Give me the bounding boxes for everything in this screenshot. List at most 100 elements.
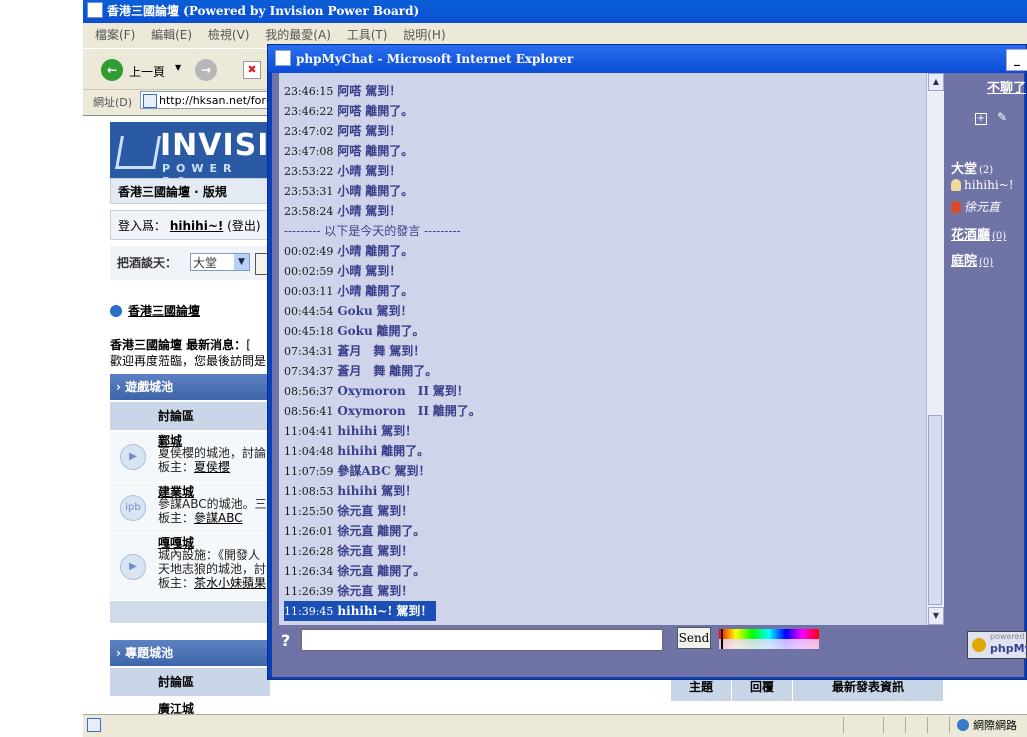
room-item-garden[interactable]: 庭院 (0) bbox=[951, 250, 993, 269]
message-time: 11:26:01 bbox=[284, 525, 334, 538]
chat-message: 23:46:15 阿嗒 駕到！ bbox=[284, 81, 481, 101]
message-time: 11:08:53 bbox=[284, 485, 334, 498]
forum-navbar[interactable]: 香港三國論壇 · 版規 bbox=[110, 178, 270, 204]
scroll-up-icon[interactable]: ▲ bbox=[928, 73, 944, 91]
minimize-button[interactable]: _ bbox=[1006, 49, 1027, 71]
room-item-lobby[interactable]: 大堂 (2) bbox=[951, 158, 993, 177]
user-item[interactable]: hihihi~! bbox=[951, 178, 1014, 192]
room-select[interactable]: 大堂 ▼ bbox=[190, 253, 250, 271]
column-header: 討論區 bbox=[110, 668, 270, 696]
chat-message: 07:34:31 蒼月 舞 駕到！ bbox=[284, 341, 481, 361]
forum-desc: 參謀ABC的城池。三 板主：參謀ABC bbox=[158, 497, 267, 525]
forward-arrow-icon[interactable]: → bbox=[195, 59, 217, 81]
chat-body: 23:46:15 阿嗒 駕到！ 23:46:22 阿嗒 離開了。 23:47:02 阿嗒 … bbox=[272, 73, 1027, 677]
day-separator: --------- 以下是今天的發言 --------- bbox=[284, 224, 461, 238]
color-picker-marker bbox=[721, 629, 723, 649]
help-icon[interactable]: ? bbox=[281, 631, 290, 650]
message-user: 徐元直 bbox=[337, 504, 374, 518]
message-user: 蒼月 舞 bbox=[337, 344, 386, 358]
ie-page-icon bbox=[275, 50, 291, 66]
message-user: 徐元直 bbox=[337, 524, 374, 538]
ipb-icon: ipb bbox=[120, 495, 146, 521]
category-header-topics[interactable]: › 專題城池 bbox=[110, 640, 270, 666]
chat-message: 11:04:41 hihihi 駕到！ bbox=[284, 421, 481, 441]
page-icon bbox=[143, 94, 157, 108]
message-action: 離開了。 bbox=[432, 404, 481, 418]
menu-file[interactable]: 檔案(F) bbox=[95, 28, 135, 42]
scroll-thumb[interactable] bbox=[928, 415, 942, 605]
back-arrow-icon[interactable]: ← bbox=[101, 59, 123, 81]
message-time: 23:46:22 bbox=[284, 105, 334, 118]
color-picker[interactable] bbox=[719, 629, 819, 649]
chat-message: 11:08:53 hihihi 駕到！ bbox=[284, 481, 481, 501]
chat-message: 23:58:24 小晴 駕到！ bbox=[284, 201, 481, 221]
forum-row[interactable]: ▶ 鄴城 夏侯櫻的城池，討論 板主：夏侯櫻 bbox=[110, 432, 270, 483]
message-action: 駕到！ bbox=[365, 264, 402, 278]
chat-message: 00:03:11 小晴 離開了。 bbox=[284, 281, 481, 301]
moderator-link[interactable]: 參謀ABC bbox=[194, 511, 243, 525]
invision-logo: INVISIO POWER BO bbox=[110, 122, 295, 188]
message-user: 蒼月 舞 bbox=[337, 364, 386, 378]
message-user: 小晴 bbox=[337, 264, 362, 278]
pen-icon[interactable]: ✎ bbox=[997, 110, 1007, 124]
chat-label: 把酒談天： bbox=[117, 256, 178, 270]
chat-message: 11:26:28 徐元直 駕到！ bbox=[284, 541, 481, 561]
chat-message: 11:39:45 hihihi~! 駕到！ bbox=[284, 601, 437, 621]
message-user: 徐元直 bbox=[337, 584, 374, 598]
forum-row[interactable]: ▶ 嘎嘎城 城內設施：《開發人 天地志狼的城池，討 板主：茶水小妹蘋果 bbox=[110, 534, 270, 601]
chat-message: 11:26:39 徐元直 駕到！ bbox=[284, 581, 481, 601]
scroll-down-icon[interactable]: ▼ bbox=[928, 607, 944, 625]
message-time: 07:34:37 bbox=[284, 365, 334, 378]
powered-by-badge[interactable]: powered phpMy bbox=[967, 631, 1027, 659]
chat-message: 08:56:41 Oxymoron II 離開了。 bbox=[284, 401, 481, 421]
menu-view[interactable]: 檢視(V) bbox=[208, 28, 250, 42]
menu-edit[interactable]: 編輯(E) bbox=[151, 28, 192, 42]
send-button[interactable]: Send bbox=[677, 627, 711, 649]
back-button-label[interactable]: 上一頁 bbox=[129, 63, 165, 80]
message-action: 駕到！ bbox=[381, 484, 418, 498]
message-time: 11:25:50 bbox=[284, 505, 334, 518]
column-header: 討論區 bbox=[110, 402, 270, 430]
column-forum: 討論區 bbox=[158, 675, 195, 689]
menu-tools[interactable]: 工具(T) bbox=[347, 28, 388, 42]
moderator-link[interactable]: 茶水小妹蘋果 bbox=[194, 576, 266, 590]
room-item-bar[interactable]: 花酒廳 (0) bbox=[951, 224, 1006, 243]
message-time: 11:26:39 bbox=[284, 585, 334, 598]
back-dropdown-icon[interactable]: ▼ bbox=[175, 63, 181, 72]
message-action: 離開了。 bbox=[377, 564, 426, 578]
message-user: hihihi~! bbox=[337, 604, 393, 618]
menu-help[interactable]: 說明(H) bbox=[403, 28, 445, 42]
forum-title-link[interactable]: 香港三國論壇 bbox=[128, 304, 200, 318]
message-action: 離開了。 bbox=[365, 104, 414, 118]
chat-window: phpMyChat - Microsoft Internet Explorer … bbox=[267, 44, 1027, 680]
category-header-games[interactable]: › 遊戲城池 bbox=[110, 374, 270, 400]
message-user: 阿嗒 bbox=[337, 124, 362, 138]
message-time: 00:44:54 bbox=[284, 305, 334, 318]
forum-row[interactable]: ipb 建業城 參謀ABC的城池。三 板主：參謀ABC bbox=[110, 483, 270, 534]
menu-favorites[interactable]: 我的最愛(A) bbox=[265, 28, 331, 42]
chat-title: phpMyChat - Microsoft Internet Explorer bbox=[296, 52, 574, 66]
bullet-icon bbox=[110, 305, 122, 317]
stop-icon[interactable]: ✖ bbox=[243, 61, 261, 79]
input-row: ? Send bbox=[279, 625, 943, 669]
leave-chat-link[interactable]: 不聊了 bbox=[987, 77, 1026, 96]
news-label: 香港三國論壇 最新消息： bbox=[110, 338, 247, 352]
logout-link[interactable]: (登出) bbox=[227, 219, 260, 233]
login-user-link[interactable]: hihihi~! bbox=[170, 219, 224, 233]
moderator-link[interactable]: 夏侯櫻 bbox=[194, 460, 230, 474]
message-user: Goku bbox=[337, 304, 373, 318]
message-user: hihihi bbox=[337, 444, 378, 458]
message-time: 11:04:48 bbox=[284, 445, 334, 458]
forum-desc: 夏侯櫻的城池，討論 板主：夏侯櫻 bbox=[158, 446, 267, 474]
message-scrollbar[interactable]: ▲ ▼ bbox=[926, 73, 944, 625]
chevron-down-icon[interactable]: ▼ bbox=[234, 254, 249, 270]
news-link[interactable]: [ bbox=[246, 338, 251, 352]
message-time: 11:07:59 bbox=[284, 465, 334, 478]
message-input[interactable] bbox=[301, 629, 663, 651]
menu-bar: 檔案(F) 編輯(E) 檢視(V) 我的最愛(A) 工具(T) 說明(H) bbox=[83, 24, 1027, 46]
expand-icon[interactable]: + bbox=[975, 113, 987, 125]
globe-icon bbox=[957, 719, 969, 731]
login-prefix: 登入爲： bbox=[118, 219, 167, 233]
message-user: 徐元直 bbox=[337, 544, 374, 558]
user-item[interactable]: 徐元直 bbox=[951, 198, 1000, 215]
